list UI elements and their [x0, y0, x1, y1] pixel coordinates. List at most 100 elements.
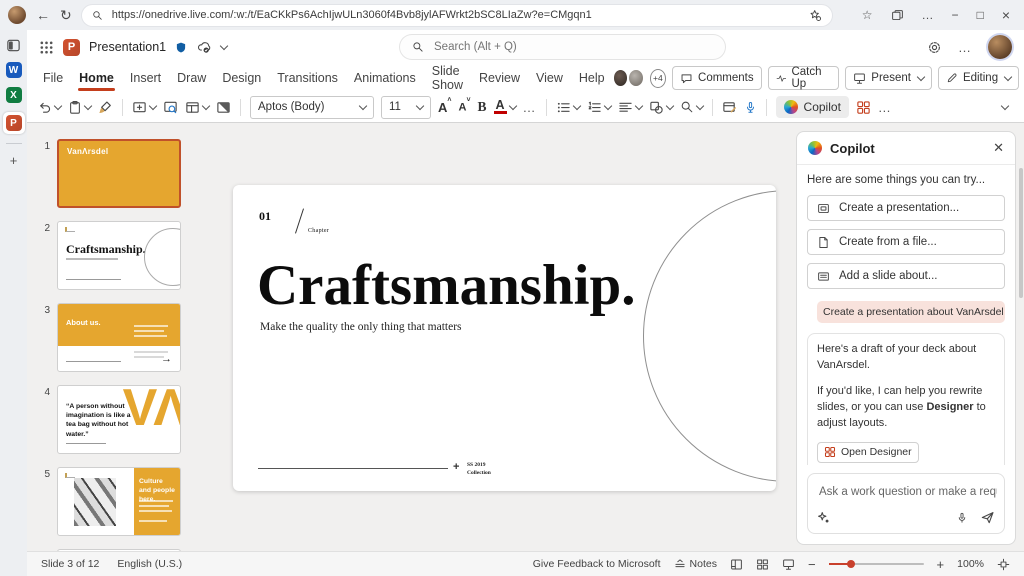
- present-button[interactable]: Present: [845, 66, 932, 90]
- format-painter-icon[interactable]: [98, 100, 113, 115]
- mic-icon[interactable]: [956, 511, 968, 525]
- slide-thumbnail-5[interactable]: Culture and people here.: [57, 467, 181, 536]
- designer-preview-icon[interactable]: [163, 100, 178, 115]
- powerpoint-logo[interactable]: P: [63, 39, 80, 56]
- copilot-input-card[interactable]: [807, 473, 1005, 534]
- tab-home[interactable]: Home: [71, 66, 122, 90]
- editing-mode-button[interactable]: Editing: [938, 66, 1019, 90]
- comments-button[interactable]: Comments: [672, 66, 762, 90]
- header-more-icon[interactable]: …: [958, 40, 972, 55]
- zoom-out-button[interactable]: −: [808, 557, 816, 572]
- browser-menu-icon[interactable]: …: [922, 8, 934, 22]
- slideshow-view-icon[interactable]: [782, 558, 795, 571]
- maximize-icon[interactable]: □: [977, 8, 984, 22]
- tab-review[interactable]: Review: [471, 66, 528, 90]
- close-icon[interactable]: ×: [1002, 7, 1010, 23]
- chevron-down-icon[interactable]: [220, 42, 228, 50]
- suggestion-create-from-file[interactable]: Create from a file...: [807, 229, 1005, 255]
- tab-draw[interactable]: Draw: [169, 66, 214, 90]
- align-button[interactable]: [618, 100, 642, 115]
- font-size-select[interactable]: 11: [381, 96, 431, 119]
- address-bar[interactable]: [82, 5, 832, 26]
- chapter-block[interactable]: 01 Chapter: [259, 207, 271, 225]
- layout-button[interactable]: [185, 100, 209, 115]
- m365-home-icon[interactable]: [6, 38, 21, 53]
- catch-up-button[interactable]: Catch Up: [768, 66, 840, 90]
- bullets-button[interactable]: [556, 100, 580, 115]
- normal-view-icon[interactable]: [730, 558, 743, 571]
- zoom-slider[interactable]: [829, 563, 924, 565]
- copilot-prompt-input[interactable]: [817, 485, 999, 499]
- slide-sorter-view-icon[interactable]: [756, 558, 769, 571]
- suggestion-add-slide[interactable]: Add a slide about...: [807, 263, 1005, 289]
- tab-transitions[interactable]: Transitions: [269, 66, 346, 90]
- document-title[interactable]: Presentation1: [89, 40, 166, 54]
- zoom-slider-thumb[interactable]: [847, 560, 855, 568]
- url-input[interactable]: [110, 8, 802, 22]
- numbering-button[interactable]: [587, 100, 611, 115]
- reset-slide-icon[interactable]: [216, 100, 231, 115]
- paste-button[interactable]: [68, 100, 91, 115]
- tab-file[interactable]: File: [35, 66, 71, 90]
- font-color-button[interactable]: A: [494, 100, 516, 114]
- favorites-icon[interactable]: ☆: [862, 8, 873, 22]
- new-slide-button[interactable]: [132, 100, 156, 115]
- minimize-icon[interactable]: −: [952, 8, 959, 22]
- search-input[interactable]: [432, 40, 713, 54]
- slide-canvas[interactable]: 01 Chapter Craftsmanship. Make the quali…: [233, 185, 776, 491]
- shrink-font-button[interactable]: A˅: [458, 101, 470, 114]
- collections-icon[interactable]: [891, 9, 904, 22]
- find-button[interactable]: [680, 100, 703, 114]
- account-avatar[interactable]: [988, 35, 1012, 59]
- tab-view[interactable]: View: [528, 66, 571, 90]
- word-app-icon[interactable]: W: [6, 62, 22, 78]
- collapse-ribbon-icon[interactable]: [1001, 102, 1009, 110]
- notes-toggle[interactable]: Notes: [674, 558, 717, 570]
- grow-font-button[interactable]: A˄: [438, 100, 451, 115]
- slide-thumbnail-3[interactable]: About us. →: [57, 303, 181, 372]
- feedback-link[interactable]: Give Feedback to Microsoft: [533, 558, 661, 570]
- tab-help[interactable]: Help: [571, 66, 613, 90]
- tab-design[interactable]: Design: [214, 66, 269, 90]
- presence-avatar[interactable]: [613, 69, 629, 87]
- undo-button[interactable]: [37, 100, 61, 115]
- app-launcher-icon[interactable]: [39, 40, 54, 55]
- settings-gear-icon[interactable]: [927, 40, 942, 55]
- sensitivity-shield-icon[interactable]: [175, 41, 187, 54]
- site-permissions-icon[interactable]: [809, 9, 822, 22]
- font-more-icon[interactable]: …: [523, 100, 537, 115]
- zoom-level[interactable]: 100%: [957, 558, 984, 570]
- slide-thumbnail-4[interactable]: VΛ “A person without imagination is like…: [57, 385, 181, 454]
- presence-overflow-badge[interactable]: +4: [650, 69, 666, 88]
- toolbar-more-icon[interactable]: …: [878, 100, 892, 115]
- suggestion-create-presentation[interactable]: Create a presentation...: [807, 195, 1005, 221]
- bold-button[interactable]: B: [478, 99, 487, 115]
- ink-editor-icon[interactable]: [722, 100, 737, 115]
- powerpoint-app-active[interactable]: P: [3, 112, 25, 134]
- save-status-cloud-icon[interactable]: [196, 40, 212, 54]
- search-box[interactable]: [400, 35, 725, 59]
- prompt-sparkle-icon[interactable]: [817, 511, 831, 525]
- slide-thumbnail-6[interactable]: [57, 549, 181, 551]
- tab-animations[interactable]: Animations: [346, 66, 424, 90]
- language-selector[interactable]: English (U.S.): [117, 558, 182, 570]
- slide-title[interactable]: Craftsmanship.: [257, 253, 635, 318]
- copilot-toolbar-button[interactable]: Copilot: [776, 96, 849, 118]
- dictate-mic-icon[interactable]: [744, 100, 757, 115]
- scrollbar[interactable]: [1019, 168, 1023, 298]
- slide-subtitle[interactable]: Make the quality the only thing that mat…: [260, 321, 462, 333]
- slide-thumbnail-1[interactable]: VanΛrsdel: [57, 139, 181, 208]
- excel-app-icon[interactable]: X: [6, 87, 22, 103]
- shapes-button[interactable]: [649, 100, 673, 115]
- tab-slide-show[interactable]: Slide Show: [424, 59, 471, 97]
- slide-footer-text[interactable]: SS 2019 Collection: [467, 461, 491, 478]
- add-app-icon[interactable]: +: [10, 153, 18, 168]
- send-icon[interactable]: [980, 510, 995, 525]
- browser-profile-avatar[interactable]: [8, 6, 26, 24]
- font-name-select[interactable]: Aptos (Body): [250, 96, 374, 119]
- fit-to-window-icon[interactable]: [997, 558, 1010, 571]
- refresh-icon[interactable]: ↻: [60, 7, 72, 24]
- presence-avatar[interactable]: [628, 69, 644, 87]
- open-designer-button[interactable]: Open Designer: [817, 442, 919, 463]
- zoom-in-button[interactable]: +: [937, 557, 945, 572]
